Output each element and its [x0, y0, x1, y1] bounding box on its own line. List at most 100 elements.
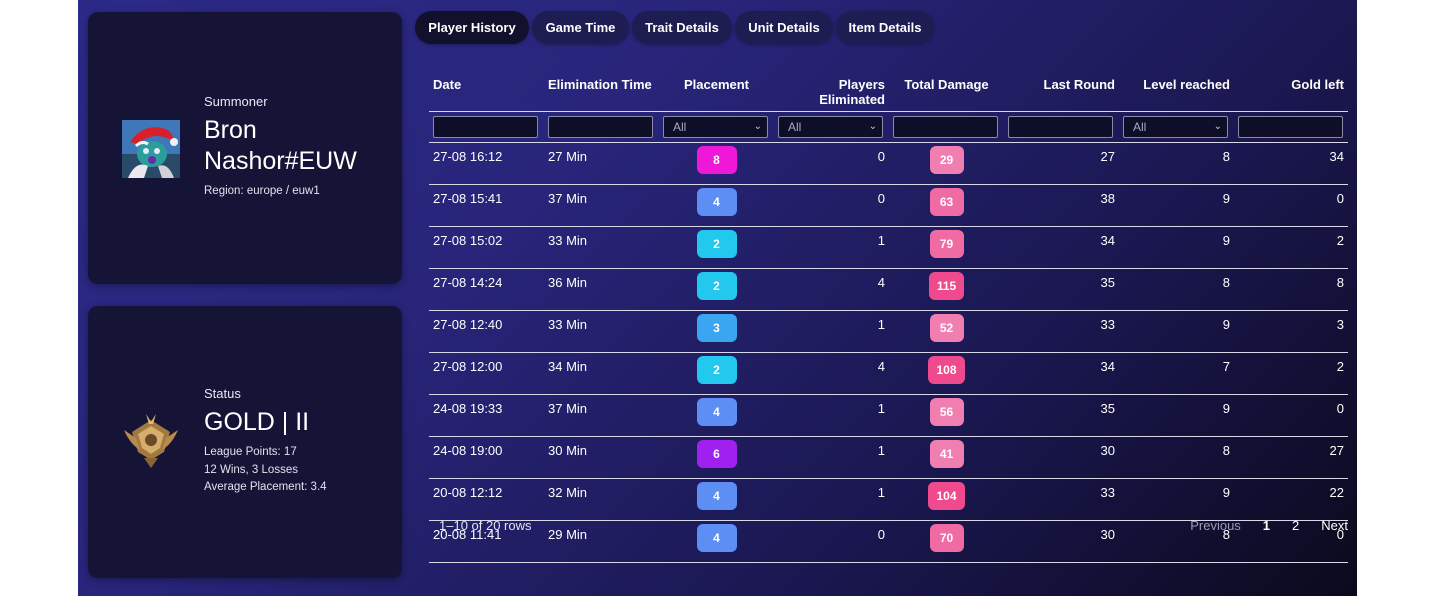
last-round-cell: 35	[1004, 394, 1119, 437]
placement-cell: 4	[659, 184, 774, 227]
elimination-time-cell: 37 Min	[544, 184, 659, 227]
chevron-down-icon: ⌄	[868, 121, 877, 132]
table-row[interactable]: 24-08 19:00 30 Min 6 1 41 30 8 27	[429, 436, 1348, 479]
last-round-cell: 30	[1004, 436, 1119, 479]
tab-unit-details[interactable]: Unit Details	[735, 11, 833, 44]
players-eliminated-cell: 0	[774, 184, 889, 227]
placement-cell: 8	[659, 142, 774, 185]
total-damage-cell: 63	[889, 184, 1004, 227]
total-damage-cell: 108	[889, 352, 1004, 395]
tab-trait-details[interactable]: Trait Details	[632, 11, 732, 44]
level-reached-cell: 9	[1119, 226, 1234, 269]
tab-player-history[interactable]: Player History	[415, 11, 529, 44]
total-damage-cell: 79	[889, 226, 1004, 269]
players-eliminated-filter-value: All	[788, 120, 802, 134]
placement-badge: 6	[696, 440, 737, 468]
last-round-cell: 33	[1004, 478, 1119, 521]
last-round-cell: 38	[1004, 184, 1119, 227]
total-damage-filter-input[interactable]	[893, 116, 998, 138]
elimination-time-cell: 30 Min	[544, 436, 659, 479]
table-row[interactable]: 27-08 14:24 36 Min 2 4 115 35 8 8	[429, 268, 1348, 311]
chevron-down-icon: ⌄	[1213, 121, 1222, 132]
placement-cell: 2	[659, 352, 774, 395]
level-reached-cell: 7	[1119, 352, 1234, 395]
damage-badge: 52	[929, 314, 964, 342]
table-row[interactable]: 27-08 15:02 33 Min 2 1 79 34 9 2	[429, 226, 1348, 269]
win-loss-record: 12 Wins, 3 Losses	[204, 463, 298, 476]
gold-left-cell: 34	[1234, 142, 1348, 185]
level-reached-filter-select[interactable]: All ⌄	[1123, 116, 1228, 138]
gold-left-cell: 3	[1234, 310, 1348, 353]
players-eliminated-filter-select[interactable]: All ⌄	[778, 116, 883, 138]
level-reached-cell: 8	[1119, 268, 1234, 311]
tab-game-time[interactable]: Game Time	[532, 11, 629, 44]
damage-badge: 79	[929, 230, 964, 258]
table-row[interactable]: 24-08 19:33 37 Min 4 1 56 35 9 0	[429, 394, 1348, 437]
players-eliminated-cell: 1	[774, 436, 889, 479]
date-cell: 27-08 14:24	[429, 268, 544, 311]
damage-badge: 41	[929, 440, 964, 468]
placement-cell: 2	[659, 268, 774, 311]
col-header-total-damage[interactable]: Total Damage	[889, 70, 1004, 112]
table-row[interactable]: 27-08 16:12 27 Min 8 0 29 27 8 34	[429, 142, 1348, 185]
damage-badge: 56	[929, 398, 964, 426]
pagination: Previous 1 2 Next	[1168, 518, 1348, 533]
status-label: Status	[204, 386, 241, 401]
row-count: 1–10 of 20 rows	[439, 518, 532, 533]
col-header-gold-left[interactable]: Gold left	[1234, 70, 1348, 112]
tab-item-details[interactable]: Item Details	[836, 11, 934, 44]
col-header-last-round[interactable]: Last Round	[1004, 70, 1119, 112]
table-row[interactable]: 27-08 12:00 34 Min 2 4 108 34 7 2	[429, 352, 1348, 395]
elimination-time-cell: 37 Min	[544, 394, 659, 437]
players-eliminated-cell: 4	[774, 352, 889, 395]
page-1-button[interactable]: 1	[1263, 518, 1270, 533]
placement-badge: 4	[696, 482, 737, 510]
rank-stats: League Points: 17 12 Wins, 3 Losses Aver…	[204, 444, 327, 497]
col-header-elimination-time[interactable]: Elimination Time	[544, 70, 659, 112]
next-page-button[interactable]: Next	[1321, 518, 1348, 533]
status-card: Status GOLD | II League Points: 17 12 Wi…	[88, 306, 402, 578]
last-round-filter-input[interactable]	[1008, 116, 1113, 138]
date-cell: 24-08 19:33	[429, 394, 544, 437]
last-round-cell: 35	[1004, 268, 1119, 311]
level-reached-cell: 9	[1119, 478, 1234, 521]
date-filter-input[interactable]	[433, 116, 538, 138]
players-eliminated-cell: 1	[774, 394, 889, 437]
placement-badge: 2	[696, 272, 737, 300]
col-header-players-eliminated[interactable]: Players Eliminated	[774, 70, 889, 112]
previous-page-button[interactable]: Previous	[1190, 518, 1241, 533]
col-header-date[interactable]: Date	[429, 70, 544, 112]
damage-badge: 115	[928, 272, 965, 300]
elimination-time-cell: 27 Min	[544, 142, 659, 185]
level-reached-filter-value: All	[1133, 120, 1147, 134]
summoner-card: Summoner Bron Nashor#EUW Region: europe /…	[88, 12, 402, 284]
gold-left-filter-input[interactable]	[1238, 116, 1343, 138]
col-header-placement[interactable]: Placement	[659, 70, 774, 112]
gold-left-cell: 0	[1234, 394, 1348, 437]
placement-cell: 4	[659, 478, 774, 521]
placement-filter-select[interactable]: All ⌄	[663, 116, 768, 138]
table-row[interactable]: 27-08 15:41 37 Min 4 0 63 38 9 0	[429, 184, 1348, 227]
level-reached-cell: 9	[1119, 184, 1234, 227]
col-header-level-reached[interactable]: Level reached	[1119, 70, 1234, 112]
gold-left-cell: 2	[1234, 352, 1348, 395]
table-row[interactable]: 27-08 12:40 33 Min 3 1 52 33 9 3	[429, 310, 1348, 353]
last-round-cell: 30	[1004, 520, 1119, 563]
header-row: Date Elimination Time Placement Players E…	[429, 70, 1348, 112]
last-round-cell: 34	[1004, 352, 1119, 395]
total-damage-cell: 52	[889, 310, 1004, 353]
level-reached-cell: 9	[1119, 310, 1234, 353]
table-body: 27-08 16:12 27 Min 8 0 29 27 8 34 27-08 15:41 37 …	[429, 142, 1348, 563]
table-row[interactable]: 20-08 12:12 32 Min 4 1 104 33 9 22	[429, 478, 1348, 521]
elimination-time-filter-input[interactable]	[548, 116, 653, 138]
page-2-button[interactable]: 2	[1292, 518, 1299, 533]
summoner-avatar-icon	[122, 120, 180, 178]
placement-cell: 2	[659, 226, 774, 269]
date-cell: 24-08 19:00	[429, 436, 544, 479]
elimination-time-cell: 36 Min	[544, 268, 659, 311]
level-reached-cell: 8	[1119, 436, 1234, 479]
placement-badge: 8	[696, 146, 737, 174]
filter-row: All ⌄ All ⌄ All ⌄	[429, 111, 1348, 143]
placement-badge: 4	[696, 398, 737, 426]
summoner-info: Summoner Bron Nashor#EUW Region: europe /…	[204, 94, 357, 201]
